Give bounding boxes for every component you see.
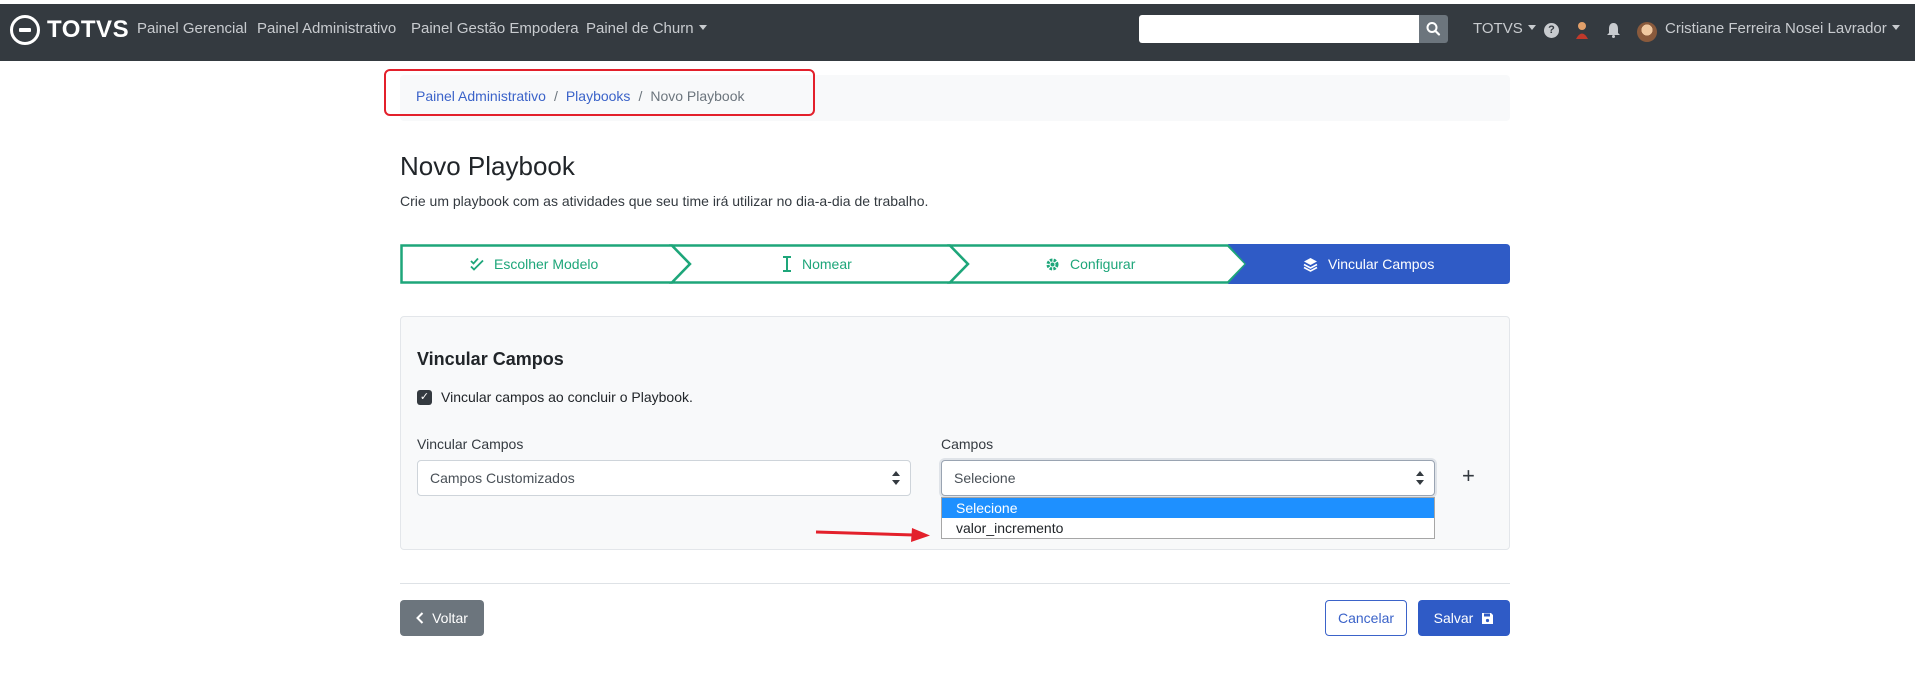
save-label: Salvar (1433, 610, 1474, 626)
sort-arrows-icon (1416, 471, 1424, 485)
back-button[interactable]: Voltar (400, 600, 484, 636)
chevron-down-icon (1523, 20, 1536, 37)
user-menu[interactable]: Cristiane Ferreira Nosei Lavrador (1665, 0, 1900, 57)
page-title: Novo Playbook (400, 151, 575, 181)
search-input[interactable] (1139, 15, 1419, 43)
save-button[interactable]: Salvar (1418, 600, 1510, 636)
step-escolher-modelo[interactable]: Escolher Modelo (470, 244, 598, 284)
campos-select[interactable]: Selecione (941, 460, 1435, 496)
wizard-steps: Escolher Modelo Nomear Configurar Vincul… (400, 244, 1510, 284)
chevron-down-icon (1887, 20, 1900, 37)
layers-icon (1303, 257, 1318, 272)
help-icon[interactable]: ? (1544, 23, 1559, 38)
chevron-left-icon (416, 612, 424, 624)
totvs-logo[interactable]: TOTVS (10, 14, 129, 46)
page-subtitle: Crie um playbook com as atividades que s… (400, 193, 929, 209)
cancel-button[interactable]: Cancelar (1325, 600, 1407, 636)
step-vincular-campos[interactable]: Vincular Campos (1303, 244, 1434, 284)
search-button[interactable] (1419, 15, 1448, 43)
nav-item-label: Painel de Churn (586, 20, 694, 37)
dropdown-option[interactable]: Selecione (942, 498, 1434, 518)
step-label: Nomear (802, 256, 852, 272)
floppy-disk-icon (1482, 612, 1494, 624)
vincular-campos-checkbox[interactable]: ✓ (417, 390, 432, 405)
annotation-highlight-box (384, 69, 815, 116)
double-check-icon (470, 257, 484, 271)
add-field-button[interactable]: + (1462, 463, 1475, 489)
avatar[interactable] (1637, 22, 1657, 42)
user-name: Cristiane Ferreira Nosei Lavrador (1665, 20, 1887, 37)
step-label: Vincular Campos (1328, 256, 1435, 272)
bell-icon[interactable] (1606, 22, 1621, 38)
chevron-down-icon (694, 20, 707, 37)
org-menu-label: TOTVS (1473, 20, 1523, 37)
logo-icon (10, 15, 40, 45)
brand-name: TOTVS (47, 16, 130, 43)
nav-item-painel-administrativo[interactable]: Painel Administrativo (257, 0, 396, 57)
campos-label: Campos (941, 436, 994, 452)
select-value: Campos Customizados (430, 470, 575, 486)
step-nomear[interactable]: Nomear (782, 244, 852, 284)
divider (400, 583, 1510, 584)
nav-item-painel-gerencial[interactable]: Painel Gerencial (137, 0, 247, 57)
annotation-arrow (815, 528, 930, 542)
campos-dropdown-list: Selecione valor_incremento (941, 497, 1435, 539)
vincular-campos-label: Vincular Campos (417, 436, 524, 452)
user-figure-icon[interactable] (1574, 20, 1590, 40)
back-label: Voltar (432, 610, 468, 626)
step-label: Configurar (1070, 256, 1136, 272)
nav-item-painel-de-churn[interactable]: Painel de Churn (586, 0, 707, 57)
select-value: Selecione (954, 470, 1016, 486)
step-configurar[interactable]: Configurar (1045, 244, 1135, 284)
search-icon (1426, 22, 1441, 36)
text-cursor-icon (783, 256, 791, 272)
dropdown-option[interactable]: valor_incremento (942, 518, 1434, 538)
org-menu[interactable]: TOTVS (1473, 0, 1536, 57)
checkbox-label: Vincular campos ao concluir o Playbook. (441, 389, 693, 405)
vincular-campos-select[interactable]: Campos Customizados (417, 460, 911, 496)
nav-item-painel-gestao-empodera[interactable]: Painel Gestão Empodera (411, 0, 579, 57)
gear-icon (1046, 258, 1059, 270)
sort-arrows-icon (892, 471, 900, 485)
card-title: Vincular Campos (417, 349, 564, 369)
step-label: Escolher Modelo (494, 256, 599, 272)
